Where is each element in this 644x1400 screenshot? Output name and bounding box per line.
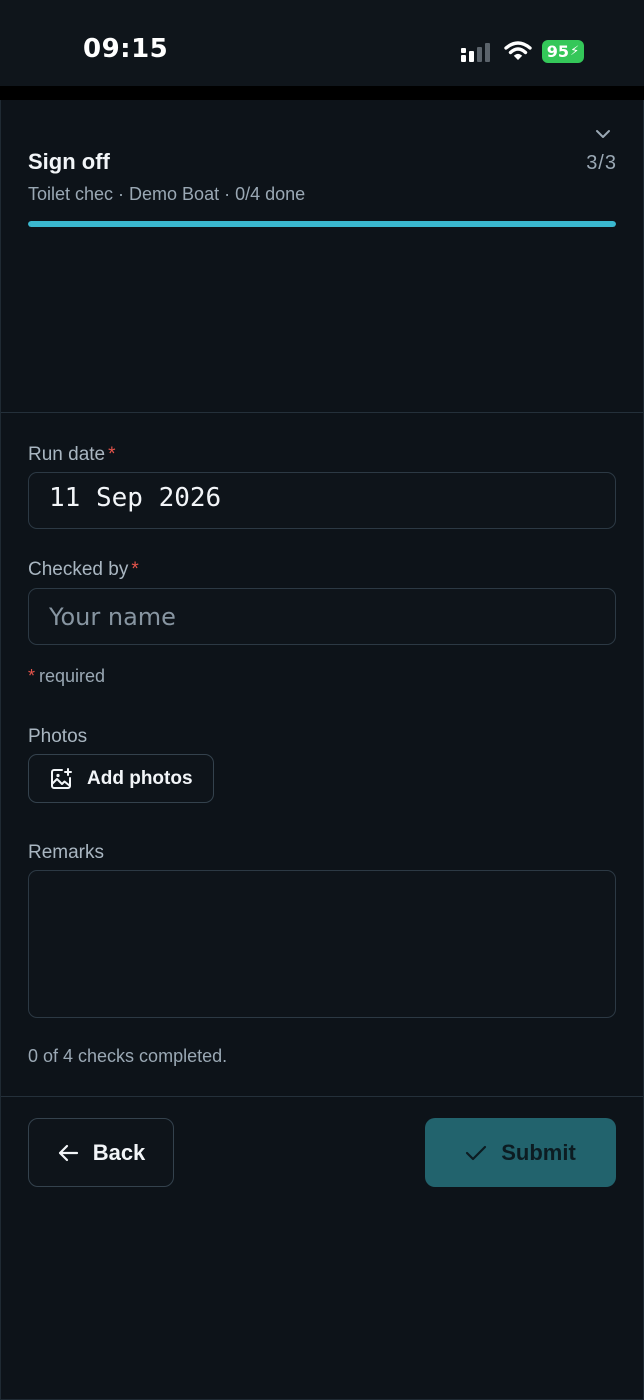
- status-bar: 09:15 95 ⚡: [0, 0, 644, 86]
- check-icon: [466, 1145, 487, 1160]
- checked-by-label: Checked by *: [28, 559, 139, 581]
- app-frame: [0, 100, 644, 1400]
- remarks-field[interactable]: [28, 870, 616, 1018]
- wifi-icon: [504, 41, 532, 60]
- add-photos-label: Add photos: [87, 767, 193, 789]
- add-photos-button[interactable]: Add photos: [28, 754, 214, 803]
- submit-label: Submit: [501, 1139, 576, 1165]
- checked-by-field[interactable]: [28, 588, 616, 645]
- battery-indicator: 95 ⚡: [542, 40, 584, 63]
- required-note: * required: [28, 666, 105, 687]
- section-divider: [1, 412, 643, 413]
- status-time: 09:15: [83, 34, 169, 64]
- required-marker: *: [108, 444, 116, 465]
- photos-label: Photos: [28, 726, 88, 747]
- remarks-label: Remarks: [28, 842, 105, 863]
- back-label: Back: [92, 1139, 146, 1165]
- battery-level: 95: [546, 42, 570, 61]
- app-top-edge: [0, 86, 644, 100]
- run-date-label-text: Run date: [28, 444, 106, 465]
- checked-by-label-text: Checked by: [28, 559, 129, 580]
- run-date-label: Run date *: [28, 444, 116, 466]
- run-date-field[interactable]: 11 Sep 2026: [28, 472, 616, 529]
- required-note-text: required: [39, 666, 106, 686]
- required-marker: *: [28, 666, 36, 686]
- battery-charging-icon: ⚡: [570, 44, 580, 59]
- signal-icon: [461, 43, 490, 62]
- required-marker: *: [131, 559, 139, 580]
- chevron-down-icon[interactable]: [594, 127, 612, 141]
- footer-divider: [1, 1096, 643, 1097]
- image-add-icon: [51, 767, 72, 789]
- progress-fill: [28, 221, 616, 227]
- checks-status: 0 of 4 checks completed.: [28, 1046, 228, 1066]
- arrow-left-icon: [58, 1144, 78, 1161]
- step-counter: 3/3: [586, 152, 617, 174]
- run-date-value: 11 Sep 2026: [49, 483, 222, 513]
- back-button[interactable]: Back: [28, 1118, 174, 1187]
- remarks-textarea[interactable]: [29, 871, 615, 1017]
- page-subtitle: Toilet chec · Demo Boat · 0/4 done: [28, 184, 306, 204]
- checked-by-input[interactable]: [29, 589, 615, 644]
- progress-bar: [28, 221, 616, 227]
- submit-button[interactable]: Submit: [425, 1118, 616, 1187]
- page-title: Sign off: [28, 149, 110, 174]
